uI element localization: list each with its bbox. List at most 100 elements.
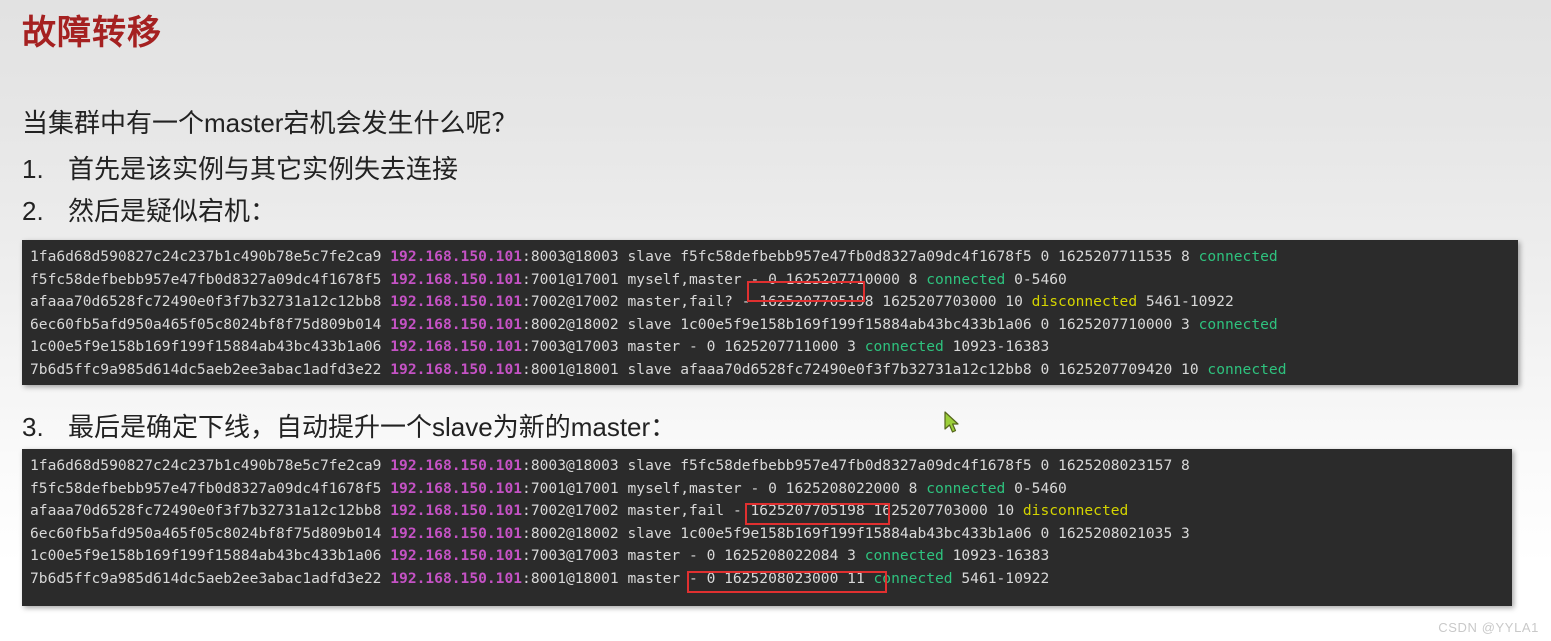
node-flags: slave [627, 248, 672, 265]
page-title: 故障转移 [22, 14, 162, 52]
node-link-state: connected [1207, 360, 1287, 378]
node-meta: 1c00e5f9e158b169f199f15884ab43bc433b1a06… [671, 315, 1199, 333]
node-id: 7b6d5ffc9a985d614dc5aeb2ee3abac1adfd3e22 [30, 360, 382, 378]
node-ports: :8002@18002 [522, 524, 619, 542]
node-slots: 0-5460 [1005, 479, 1067, 497]
mouse-cursor-icon [944, 411, 962, 435]
node-id: 1c00e5f9e158b169f199f15884ab43bc433b1a06 [30, 338, 382, 355]
node-meta: - 1625207705198 1625207703000 10 [724, 502, 1023, 519]
node-id: 1fa6d68d590827c24c237b1c490b78e5c7fe2ca9 [30, 248, 382, 265]
step-3-number: 3. [22, 412, 44, 442]
node-ip: 192.168.150.101 [390, 479, 523, 497]
node-id: 1fa6d68d590827c24c237b1c490b78e5c7fe2ca9 [30, 457, 382, 474]
node-flags: myself,master [627, 479, 742, 497]
node-flags: myself,master [627, 270, 742, 288]
terminal-row: afaaa70d6528fc72490e0f3f7b32731a12c12bb8… [30, 500, 1512, 523]
watermark: CSDN @YYLA1 [1438, 620, 1539, 635]
node-flags: slave [627, 360, 672, 378]
node-ip: 192.168.150.101 [390, 457, 523, 474]
node-ports: :8001@18001 [522, 569, 619, 587]
node-ports: :8003@18003 [522, 457, 619, 474]
node-link-state: connected [1198, 315, 1278, 333]
step-2-text: 然后是疑似宕机： [68, 196, 277, 226]
node-id: f5fc58defbebb957e47fb0d8327a09dc4f1678f5 [30, 479, 382, 497]
node-ports: :8002@18002 [522, 315, 619, 333]
node-link-state: connected [864, 338, 944, 355]
node-id: f5fc58defbebb957e47fb0d8327a09dc4f1678f5 [30, 270, 382, 288]
slide-root: 故障转移 当集群中有一个master宕机会发生什么呢？ 1. 首先是该实例与其它… [0, 0, 1551, 641]
node-flags: master,fail? [627, 293, 733, 310]
terminal-output-suspect-fail: 1fa6d68d590827c24c237b1c490b78e5c7fe2ca9… [22, 240, 1518, 385]
terminal-row: f5fc58defbebb957e47fb0d8327a09dc4f1678f5… [30, 478, 1512, 501]
node-flags: slave [627, 457, 672, 474]
terminal-row: 7b6d5ffc9a985d614dc5aeb2ee3abac1adfd3e22… [30, 568, 1512, 591]
step-1-text: 首先是该实例与其它实例失去连接 [68, 154, 459, 184]
node-ip: 192.168.150.101 [390, 315, 523, 333]
node-slots: 10923-16383 [943, 547, 1050, 564]
node-meta: - 0 1625207711000 3 [680, 338, 865, 355]
terminal-1-lines: 1fa6d68d590827c24c237b1c490b78e5c7fe2ca9… [30, 246, 1518, 381]
node-ip: 192.168.150.101 [390, 524, 523, 542]
lead-question: 当集群中有一个master宕机会发生什么呢？ [22, 108, 518, 138]
node-ip: 192.168.150.101 [390, 502, 523, 519]
node-id: 6ec60fb5afd950a465f05c8024bf8f75d809b014 [30, 315, 382, 333]
node-slots: 5461-10922 [1137, 293, 1234, 310]
node-link-state: disconnected [1022, 502, 1129, 519]
node-flags: master [627, 547, 681, 564]
node-id: 7b6d5ffc9a985d614dc5aeb2ee3abac1adfd3e22 [30, 569, 382, 587]
node-ports: :7003@17003 [522, 547, 619, 564]
node-ports: :8001@18001 [522, 360, 619, 378]
node-flags: slave [627, 315, 672, 333]
node-ip: 192.168.150.101 [390, 270, 523, 288]
terminal-row: 1c00e5f9e158b169f199f15884ab43bc433b1a06… [30, 336, 1518, 359]
step-3-text: 最后是确定下线，自动提升一个slave为新的master： [68, 412, 677, 442]
node-flags: slave [627, 524, 672, 542]
terminal-2-lines: 1fa6d68d590827c24c237b1c490b78e5c7fe2ca9… [30, 455, 1512, 590]
step-item-1: 1. 首先是该实例与其它实例失去连接 [22, 150, 1022, 188]
node-meta: f5fc58defbebb957e47fb0d8327a09dc4f1678f5… [671, 457, 1199, 474]
step-2-number: 2. [22, 196, 44, 226]
node-ports: :7001@17001 [522, 479, 619, 497]
node-meta: - 1625207705198 1625207703000 10 [732, 293, 1032, 310]
terminal-row: 1fa6d68d590827c24c237b1c490b78e5c7fe2ca9… [30, 246, 1518, 269]
node-ports: :7002@17002 [522, 502, 619, 519]
node-id: afaaa70d6528fc72490e0f3f7b32731a12c12bb8 [30, 502, 382, 519]
node-meta: 1c00e5f9e158b169f199f15884ab43bc433b1a06… [671, 524, 1199, 542]
terminal-row: 7b6d5ffc9a985d614dc5aeb2ee3abac1adfd3e22… [30, 359, 1518, 382]
node-meta: - 0 1625208023000 11 [680, 569, 874, 587]
node-flags: master,fail [627, 502, 725, 519]
terminal-output-confirmed-fail: 1fa6d68d590827c24c237b1c490b78e5c7fe2ca9… [22, 449, 1512, 606]
step-item-3: 3. 最后是确定下线，自动提升一个slave为新的master： [22, 408, 676, 446]
node-slots: 5461-10922 [952, 569, 1050, 587]
terminal-row: 1c00e5f9e158b169f199f15884ab43bc433b1a06… [30, 545, 1512, 568]
node-link-state: connected [873, 569, 953, 587]
node-id: afaaa70d6528fc72490e0f3f7b32731a12c12bb8 [30, 293, 382, 310]
node-ports: :8003@18003 [522, 248, 619, 265]
node-meta: - 0 1625208022084 3 [680, 547, 865, 564]
node-ip: 192.168.150.101 [390, 248, 523, 265]
node-id: 6ec60fb5afd950a465f05c8024bf8f75d809b014 [30, 524, 382, 542]
node-meta: afaaa70d6528fc72490e0f3f7b32731a12c12bb8… [671, 360, 1208, 378]
step-item-2: 2. 然后是疑似宕机： [22, 192, 1022, 230]
node-ip: 192.168.150.101 [390, 547, 523, 564]
node-flags: master [627, 569, 681, 587]
node-id: 1c00e5f9e158b169f199f15884ab43bc433b1a06 [30, 547, 382, 564]
node-link-state: connected [926, 270, 1006, 288]
node-ports: :7001@17001 [522, 270, 619, 288]
node-meta: f5fc58defbebb957e47fb0d8327a09dc4f1678f5… [671, 248, 1199, 265]
node-meta: - 0 1625207710000 8 [741, 270, 927, 288]
node-ports: :7003@17003 [522, 338, 619, 355]
node-link-state: connected [864, 547, 944, 564]
node-ip: 192.168.150.101 [390, 360, 523, 378]
node-link-state: connected [1198, 248, 1278, 265]
terminal-row: 6ec60fb5afd950a465f05c8024bf8f75d809b014… [30, 523, 1512, 546]
node-meta: - 0 1625208022000 8 [741, 479, 927, 497]
node-ip: 192.168.150.101 [390, 569, 523, 587]
terminal-row: 1fa6d68d590827c24c237b1c490b78e5c7fe2ca9… [30, 455, 1512, 478]
node-slots: 0-5460 [1005, 270, 1067, 288]
terminal-row: afaaa70d6528fc72490e0f3f7b32731a12c12bb8… [30, 291, 1518, 314]
step-1-number: 1. [22, 154, 44, 184]
node-ports: :7002@17002 [522, 293, 619, 310]
body-text-block: 当集群中有一个master宕机会发生什么呢？ 1. 首先是该实例与其它实例失去连… [22, 104, 1022, 234]
node-flags: master [627, 338, 681, 355]
